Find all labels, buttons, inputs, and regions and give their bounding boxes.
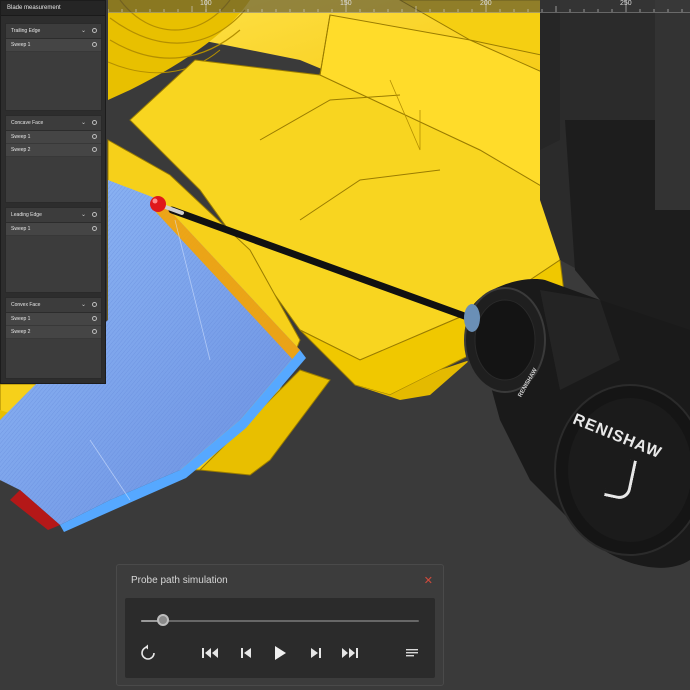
sweep-item[interactable]: Sweep 1: [6, 39, 101, 52]
group-leading-edge: Leading Edge ⌄ Sweep 1: [5, 207, 102, 293]
group-header[interactable]: Concave Face ⌄: [6, 116, 101, 131]
ruler-label: 200: [480, 0, 492, 7]
ruler-ticks: [108, 0, 683, 12]
group-label: Concave Face: [11, 120, 44, 126]
play-icon[interactable]: [269, 644, 291, 662]
sweep-item[interactable]: Sweep 1: [6, 131, 101, 144]
top-ruler: 100 150 200 250: [108, 0, 690, 13]
ruler-label: 100: [200, 0, 212, 7]
chevron-down-icon[interactable]: ⌄: [81, 208, 86, 222]
group-label: Leading Edge: [11, 212, 42, 218]
sweep-item[interactable]: Sweep 2: [6, 144, 101, 157]
chevron-down-icon[interactable]: ⌄: [81, 116, 86, 130]
simulation-title: Probe path simulation: [131, 575, 228, 586]
sweep-item[interactable]: Sweep 1: [6, 223, 101, 236]
skip-to-end-icon[interactable]: [339, 644, 361, 662]
radio-button[interactable]: [92, 134, 97, 139]
group-convex-face: Convex Face ⌄ Sweep 1 Sweep 2: [5, 297, 102, 379]
sweep-label: Sweep 1: [11, 42, 31, 48]
sweep-item[interactable]: Sweep 1: [6, 313, 101, 326]
timeline-thumb[interactable]: [157, 614, 170, 626]
radio-button[interactable]: [92, 329, 97, 334]
group-header[interactable]: Convex Face ⌄: [6, 298, 101, 313]
radio-button[interactable]: [92, 316, 97, 321]
group-concave-face: Concave Face ⌄ Sweep 1 Sweep 2: [5, 115, 102, 203]
radio-button[interactable]: [92, 147, 97, 152]
skip-to-start-icon[interactable]: [199, 644, 221, 662]
sweep-label: Sweep 1: [11, 226, 31, 232]
radio-button[interactable]: [92, 302, 97, 307]
chevron-down-icon[interactable]: ⌄: [81, 298, 86, 312]
group-header[interactable]: Leading Edge ⌄: [6, 208, 101, 223]
group-label: Trailing Edge: [11, 28, 41, 34]
ruler-label: 250: [620, 0, 632, 7]
probe-tip: [150, 196, 166, 212]
group-trailing-edge: Trailing Edge ⌄ Sweep 1: [5, 23, 102, 111]
sweep-item[interactable]: Sweep 2: [6, 326, 101, 339]
group-label: Convex Face: [11, 302, 41, 308]
sweep-label: Sweep 2: [11, 147, 31, 153]
close-icon[interactable]: ✕: [424, 574, 433, 587]
simulation-controls: [125, 598, 435, 678]
sweep-label: Sweep 2: [11, 329, 31, 335]
ruler-label: 150: [340, 0, 352, 7]
restart-icon[interactable]: [137, 644, 159, 662]
radio-button[interactable]: [92, 212, 97, 217]
radio-button[interactable]: [92, 226, 97, 231]
timeline-slider[interactable]: [141, 620, 419, 622]
sweep-label: Sweep 1: [11, 316, 31, 322]
step-back-icon[interactable]: [235, 644, 257, 662]
chevron-down-icon[interactable]: ⌄: [81, 24, 86, 38]
radio-button[interactable]: [92, 42, 97, 47]
step-forward-icon[interactable]: [305, 644, 327, 662]
group-header[interactable]: Trailing Edge ⌄: [6, 24, 101, 39]
radio-button[interactable]: [92, 120, 97, 125]
probe-path-simulation-panel: Probe path simulation ✕: [116, 564, 444, 686]
radio-button[interactable]: [92, 28, 97, 33]
list-icon[interactable]: [401, 644, 423, 662]
panel-title: Blade measurement: [1, 1, 105, 16]
sweep-label: Sweep 1: [11, 134, 31, 140]
blade-measurement-panel: Blade measurement Trailing Edge ⌄ Sweep …: [0, 0, 106, 384]
